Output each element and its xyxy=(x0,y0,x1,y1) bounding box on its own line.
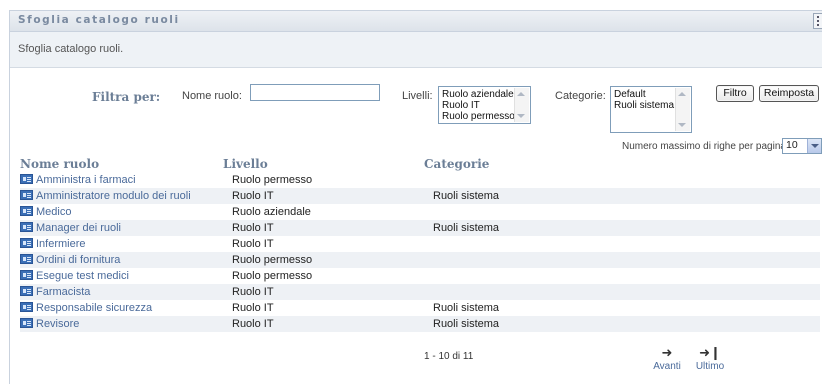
role-name[interactable]: Amministratore modulo dei ruoli xyxy=(36,190,191,202)
role-level: Ruolo IT xyxy=(232,238,274,250)
role-level: Ruolo IT xyxy=(232,222,274,234)
table-row: Amministra i farmaci Ruolo permesso xyxy=(20,172,820,188)
table-row: Ordini di fornitura Ruolo permesso xyxy=(20,252,820,268)
panel-titlebar: Sfoglia catalogo ruoli xyxy=(10,11,822,32)
role-category: Ruoli sistema xyxy=(433,222,500,234)
role-icon xyxy=(20,270,33,280)
table-row: Revisore Ruolo IT Ruoli sistema xyxy=(20,316,820,332)
role-link[interactable]: Farmacista xyxy=(20,286,90,298)
last-page-label[interactable]: Ultimo xyxy=(692,361,728,372)
role-name[interactable]: Responsabile sicurezza xyxy=(36,302,152,314)
role-category: Ruoli sistema xyxy=(433,318,500,330)
role-icon xyxy=(20,238,33,248)
column-header-level[interactable]: Livello xyxy=(223,157,268,171)
role-name-input[interactable] xyxy=(250,84,380,101)
role-icon xyxy=(20,302,33,312)
role-link[interactable]: Responsabile sicurezza xyxy=(20,302,152,314)
role-level: Ruolo IT xyxy=(232,318,274,330)
filter-button[interactable]: Filtro xyxy=(716,85,754,102)
role-link[interactable]: Ordini di fornitura xyxy=(20,254,120,266)
filter-by-label: Filtra per: xyxy=(92,90,161,104)
categories-label: Categorie: xyxy=(555,90,606,102)
role-icon xyxy=(20,174,33,184)
role-link[interactable]: Revisore xyxy=(20,318,79,330)
arrow-to-end-icon: ➜❙ xyxy=(699,345,721,360)
categories-listbox[interactable]: Default Ruoli sistema xyxy=(610,86,692,133)
arrow-right-icon: ➜ xyxy=(661,345,673,360)
role-category: Ruoli sistema xyxy=(433,302,500,314)
table-row: Medico Ruolo aziendale xyxy=(20,204,820,220)
max-rows-select[interactable]: 10 xyxy=(782,138,822,154)
levels-label: Livelli: xyxy=(402,90,433,102)
reset-button[interactable]: Reimposta xyxy=(759,85,819,102)
role-icon xyxy=(20,206,33,216)
role-link[interactable]: Amministratore modulo dei ruoli xyxy=(20,190,191,202)
role-link[interactable]: Esegue test medici xyxy=(20,270,129,282)
panel-description: Sfoglia catalogo ruoli. xyxy=(18,43,124,55)
table-row: Infermiere Ruolo IT xyxy=(20,236,820,252)
panel-menu-icon[interactable] xyxy=(813,13,822,29)
role-name[interactable]: Manager dei ruoli xyxy=(36,222,121,234)
role-level: Ruolo IT xyxy=(232,286,274,298)
role-name[interactable]: Esegue test medici xyxy=(36,270,129,282)
chevron-down-icon[interactable] xyxy=(807,139,821,153)
column-header-categories[interactable]: Categorie xyxy=(424,157,489,171)
role-link[interactable]: Manager dei ruoli xyxy=(20,222,121,234)
role-name[interactable]: Medico xyxy=(36,206,71,218)
role-icon xyxy=(20,318,33,328)
role-level: Ruolo IT xyxy=(232,302,274,314)
last-page-button[interactable]: ➜❙ Ultimo xyxy=(692,345,728,372)
role-catalog-panel: Sfoglia catalogo ruoli Sfoglia catalogo … xyxy=(9,10,822,384)
role-name[interactable]: Amministra i farmaci xyxy=(36,174,136,186)
panel-title: Sfoglia catalogo ruoli xyxy=(18,14,180,26)
table-row: Responsabile sicurezza Ruolo IT Ruoli si… xyxy=(20,300,820,316)
role-level: Ruolo permesso xyxy=(232,254,313,266)
panel-description-bar: Sfoglia catalogo ruoli. xyxy=(10,32,822,68)
role-name-label: Nome ruolo: xyxy=(182,90,242,102)
levels-listbox[interactable]: Ruolo aziendale Ruolo IT Ruolo permesso xyxy=(438,86,531,124)
page-range: 1 - 10 di 11 xyxy=(424,351,474,362)
role-link[interactable]: Amministra i farmaci xyxy=(20,174,136,186)
role-icon xyxy=(20,190,33,200)
role-level: Ruolo IT xyxy=(232,190,274,202)
role-icon xyxy=(20,286,33,296)
max-rows-value: 10 xyxy=(786,139,798,151)
role-link[interactable]: Medico xyxy=(20,206,71,218)
table-row: Manager dei ruoli Ruolo IT Ruoli sistema xyxy=(20,220,820,236)
role-icon xyxy=(20,222,33,232)
role-link[interactable]: Infermiere xyxy=(20,238,86,250)
next-page-label[interactable]: Avanti xyxy=(650,361,684,372)
categories-scrollbar[interactable] xyxy=(675,88,690,131)
table-row: Esegue test medici Ruolo permesso xyxy=(20,268,820,284)
role-level: Ruolo aziendale xyxy=(232,206,311,218)
role-name[interactable]: Revisore xyxy=(36,318,79,330)
table-row: Farmacista Ruolo IT xyxy=(20,284,820,300)
table-row: Amministratore modulo dei ruoli Ruolo IT… xyxy=(20,188,820,204)
role-level: Ruolo permesso xyxy=(232,270,313,282)
role-level: Ruolo permesso xyxy=(232,174,313,186)
role-icon xyxy=(20,254,33,264)
column-header-role-name[interactable]: Nome ruolo xyxy=(20,157,99,171)
role-name[interactable]: Ordini di fornitura xyxy=(36,254,120,266)
next-page-button[interactable]: ➜ Avanti xyxy=(650,345,684,372)
role-category: Ruoli sistema xyxy=(433,190,500,202)
role-name[interactable]: Infermiere xyxy=(36,238,86,250)
max-rows-label: Numero massimo di righe per pagina xyxy=(622,141,786,152)
levels-scrollbar[interactable] xyxy=(514,88,529,122)
role-name[interactable]: Farmacista xyxy=(36,286,90,298)
